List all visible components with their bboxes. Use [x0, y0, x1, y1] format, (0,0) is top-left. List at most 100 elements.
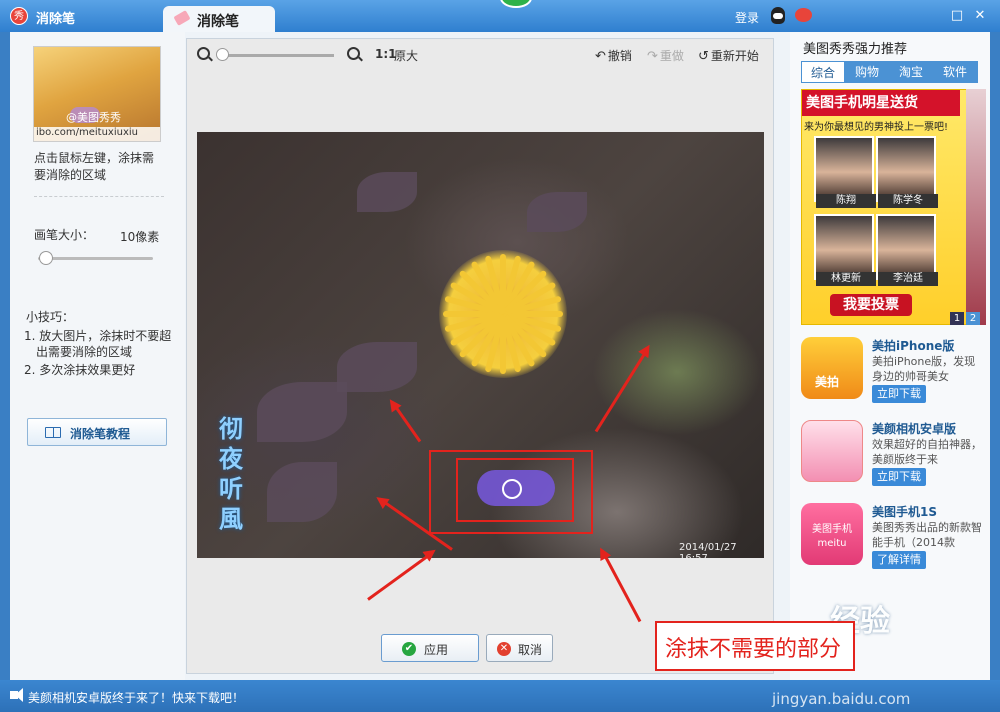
- redo-label: 重做: [659, 49, 684, 63]
- tutorial-button[interactable]: 消除笔教程: [27, 418, 167, 446]
- annotation-label: 涂抹不需要的部分: [665, 637, 842, 662]
- tab-taobao[interactable]: 淘宝: [889, 61, 933, 83]
- apply-button[interactable]: ✔ 应用: [381, 634, 479, 662]
- leaf-shape: [357, 172, 417, 212]
- promo-desc: 美拍iPhone版，发现身边的帅哥美女: [872, 355, 976, 383]
- check-icon: ✔: [402, 642, 416, 656]
- banner-page-2[interactable]: 2: [966, 312, 980, 325]
- tab-label: 消除笔: [197, 14, 239, 30]
- main-window: @美图秀秀 ibo.com/meituxiuxiu 点击鼠标左键，涂抹需要消除的…: [10, 32, 990, 680]
- star-photo: [876, 136, 936, 202]
- camera-app-icon[interactable]: [801, 420, 863, 482]
- usage-hint: 点击鼠标左键，涂抹需要消除的区域: [34, 151, 155, 182]
- zoom-out-icon[interactable]: [197, 47, 210, 60]
- tab-shopping[interactable]: 购物: [845, 61, 889, 83]
- annotation-callout: 涂抹不需要的部分: [655, 621, 855, 671]
- meipai-icon-label: 美拍: [815, 375, 840, 389]
- banner-side-strip: [966, 89, 986, 325]
- cancel-button[interactable]: ✕ 取消: [486, 634, 553, 662]
- editor-panel: 1:1 原大 ↶撤销 ↷重做 ↺重新开始 彻夜听風 2014/01/27 16:…: [186, 38, 774, 674]
- editor-toolbar: 1:1 原大 ↶ 撤销 ↷ 重做 ↺ 重新开始: [187, 39, 773, 69]
- meitu-phone-icon[interactable]: 美图手机 meitu: [801, 503, 863, 565]
- maximize-button[interactable]: □: [950, 9, 964, 23]
- login-link[interactable]: 登录: [735, 9, 759, 26]
- promo-banner[interactable]: 美图手机明星送货 来为你最想见的男神投上一票吧! 陈翔 陈学冬 林更新 李治廷 …: [801, 89, 978, 325]
- zoom-handle[interactable]: [216, 48, 229, 61]
- center-orb-icon[interactable]: [500, 0, 532, 8]
- tab-eraser[interactable]: 消除笔: [163, 6, 275, 32]
- thumbnail-watermark: @美图秀秀: [66, 111, 121, 124]
- redo-button[interactable]: ↷ 重做: [647, 47, 684, 64]
- book-icon: [45, 427, 61, 438]
- left-panel: @美图秀秀 ibo.com/meituxiuxiu 点击鼠标左键，涂抹需要消除的…: [10, 32, 185, 680]
- star-name: 陈翔: [816, 194, 876, 208]
- recommend-title: 美图秀秀强力推荐: [803, 42, 908, 57]
- leaf-shape: [267, 462, 337, 522]
- learn-more-button[interactable]: 了解详情: [872, 551, 926, 569]
- tips-title: 小技巧：: [26, 310, 75, 324]
- promo-desc: 美图秀秀出品的新款智能手机（2014款: [872, 521, 982, 549]
- speaker-icon: [10, 688, 23, 702]
- redo-icon: ↷: [647, 49, 658, 64]
- star-name: 陈学冬: [878, 194, 938, 208]
- weibo-icon[interactable]: [795, 8, 812, 22]
- photo-canvas[interactable]: 彻夜听風 2014/01/27 16:57: [197, 132, 764, 558]
- meitu-phone-icon-label: 美图手机 meitu: [812, 524, 852, 549]
- tips-list: 1. 放大图片，涂抹时不要超出需要消除的区域 2. 多次涂抹效果更好: [24, 328, 174, 380]
- status-message[interactable]: 美颜相机安卓版终于来了！快来下载吧！: [28, 689, 244, 706]
- close-button[interactable]: ✕: [973, 9, 987, 23]
- eraser-icon: [173, 10, 191, 26]
- dandelion-flower: [439, 250, 567, 378]
- image-thumbnail: @美图秀秀 ibo.com/meituxiuxiu: [33, 46, 161, 142]
- photo-timestamp: 2014/01/27 16:57: [679, 542, 737, 558]
- recommend-tabs: 综合 购物 淘宝 软件: [801, 61, 978, 83]
- brush-size-slider[interactable]: [38, 257, 153, 260]
- leaf-shape: [337, 342, 417, 392]
- site-url: jingyan.baidu.com: [772, 690, 911, 708]
- photo-watermark: 彻夜听風: [219, 415, 243, 533]
- leaf-shape: [257, 382, 347, 442]
- meipai-app-icon[interactable]: 美拍: [801, 337, 863, 399]
- app-logo-icon: 秀: [10, 7, 28, 25]
- zoom-slider[interactable]: [217, 54, 334, 57]
- restart-label: 重新开始: [710, 49, 759, 63]
- promo-item: 美拍 美拍iPhone版 美拍iPhone版，发现身边的帅哥美女 立即下载: [801, 337, 981, 417]
- cancel-icon: ✕: [497, 642, 511, 656]
- tip-item: 2. 多次涂抹效果更好: [24, 363, 136, 377]
- zoom-in-icon[interactable]: [347, 47, 360, 60]
- brush-size-handle[interactable]: [39, 251, 53, 265]
- qq-icon[interactable]: [771, 7, 785, 24]
- annotation-box-inner: [456, 458, 574, 522]
- star-photo: [814, 136, 874, 202]
- vote-button[interactable]: 我要投票: [830, 294, 912, 316]
- star-photo: [876, 214, 936, 280]
- promo-desc: 效果超好的自拍神器，美颜版终于来: [872, 438, 982, 466]
- promo-item: 美颜相机安卓版 效果超好的自拍神器，美颜版终于来 立即下载: [801, 420, 982, 500]
- tab-software[interactable]: 软件: [933, 61, 977, 83]
- download-button[interactable]: 立即下载: [872, 468, 926, 486]
- tip-item: 1. 放大图片，涂抹时不要超出需要消除的区域: [24, 329, 172, 359]
- promo-title[interactable]: 美图手机1S: [872, 503, 937, 520]
- title-bar: 秀 消除笔 消除笔 登录 □ ✕: [0, 0, 1000, 32]
- recommend-panel: 美图秀秀强力推荐 综合 购物 淘宝 软件 美图手机明星送货 来为你最想见的男神投…: [790, 32, 990, 680]
- brush-size-label: 画笔大小：: [34, 228, 95, 242]
- star-photo: [814, 214, 874, 280]
- download-button[interactable]: 立即下载: [872, 385, 926, 403]
- promo-item: 美图手机 meitu 美图手机1S 美图秀秀出品的新款智能手机（2014款 了解…: [801, 503, 982, 583]
- banner-headline: 美图手机明星送货: [802, 90, 960, 116]
- brush-size-value: 10像素: [120, 230, 160, 244]
- undo-button[interactable]: ↶ 撤销: [595, 47, 632, 64]
- apply-label: 应用: [424, 643, 449, 657]
- tab-general[interactable]: 综合: [801, 61, 845, 83]
- banner-page-1[interactable]: 1: [950, 312, 964, 325]
- actual-size-label[interactable]: 原大: [394, 47, 418, 64]
- thumbnail-url: ibo.com/meituxiuxiu: [34, 127, 160, 141]
- undo-icon: ↶: [595, 49, 606, 64]
- restart-button[interactable]: ↺ 重新开始: [698, 47, 759, 64]
- promo-title[interactable]: 美拍iPhone版: [872, 337, 954, 354]
- promo-title[interactable]: 美颜相机安卓版: [872, 420, 956, 437]
- leaf-shape: [527, 192, 587, 232]
- cancel-label: 取消: [518, 643, 543, 657]
- star-name: 李治廷: [878, 272, 938, 286]
- tutorial-button-label: 消除笔教程: [70, 427, 131, 441]
